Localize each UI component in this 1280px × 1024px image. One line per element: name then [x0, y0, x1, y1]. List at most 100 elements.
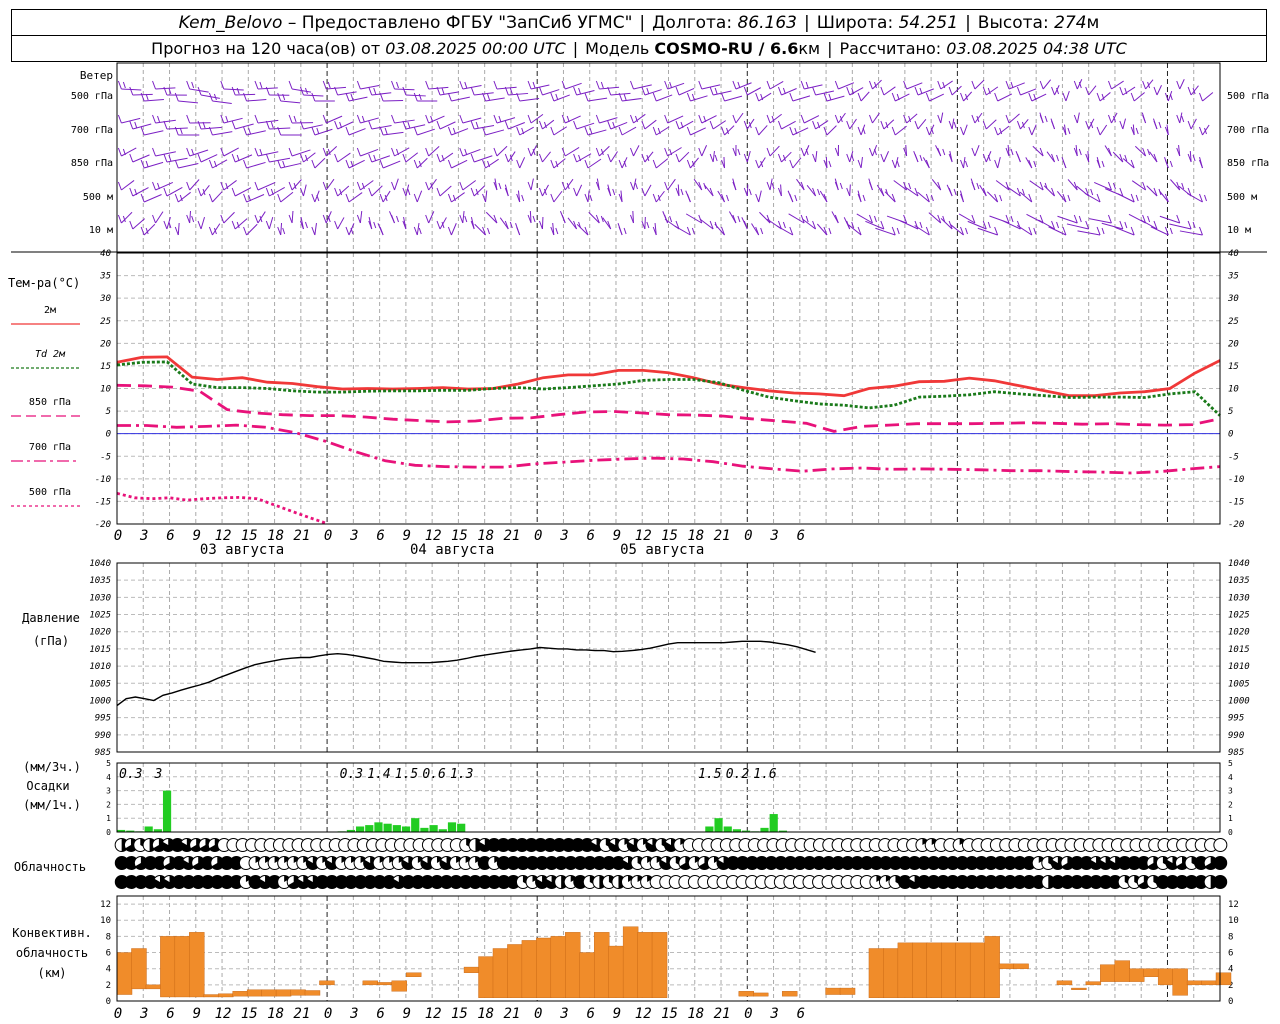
wind-barb-flag: [630, 80, 634, 90]
temp-ytick-right: -20: [1228, 520, 1244, 530]
wind-barb-flag: [1153, 120, 1158, 130]
wind-barb-flag: [726, 194, 729, 202]
wind-barb: [519, 98, 540, 102]
wind-barb-flag: [425, 147, 430, 157]
wind-barb-flag: [999, 194, 1003, 202]
wind-barb-flag: [600, 215, 604, 223]
wind-barb-flag: [248, 194, 252, 202]
wind-barb-flag: [464, 148, 468, 156]
wind-barb-flag: [828, 93, 832, 101]
wind-barb: [155, 151, 176, 157]
wind-barb-flag: [379, 193, 384, 203]
wind-level-left: 10 м: [89, 225, 113, 236]
pressure-ytick-left: 990: [95, 731, 111, 741]
wind-barb-flag: [288, 147, 293, 157]
wind-barb-flag: [277, 226, 282, 236]
meteogram: Kem_Belovo – Предоставлено ФГБУ "ЗапСиб …: [0, 0, 1280, 1024]
wind-barb-flag: [664, 214, 669, 224]
pressure-ytick-left: 1020: [89, 628, 111, 638]
wind-barb-flag: [1119, 120, 1124, 130]
wind-barb: [860, 156, 863, 169]
wind-barb-flag: [1005, 114, 1010, 124]
wind-barb: [1101, 222, 1123, 230]
wind-barb-flag: [737, 81, 741, 89]
wind-barb-flag: [612, 188, 616, 196]
precip-ytick-right: 4: [1228, 773, 1233, 782]
wind-barb-flag: [965, 160, 968, 168]
wind-barb: [849, 118, 857, 130]
wind-barb-flag: [960, 159, 964, 169]
wind-barb: [1056, 191, 1067, 203]
wind-barb: [462, 210, 465, 224]
conv-bar: [1013, 963, 1029, 969]
wind-barb-flag: [1096, 92, 1101, 102]
wind-barb-flag: [891, 159, 896, 169]
conv-ytick-right: 0: [1228, 997, 1233, 1007]
wind-barb-flag: [1169, 160, 1173, 168]
wind-barb-flag: [425, 80, 430, 90]
wind-barb: [587, 97, 608, 102]
wind-barb-flag: [573, 153, 578, 163]
wind-barb-flag: [919, 154, 923, 162]
wind-barb-flag: [919, 87, 923, 95]
conv-bar: [897, 942, 914, 998]
wind-barb: [667, 147, 682, 157]
wind-barb-flag: [356, 181, 361, 191]
wind-barb-flag: [413, 126, 418, 136]
wind-barb: [485, 158, 499, 169]
conv-bar: [1201, 980, 1217, 986]
wind-barb: [428, 211, 435, 224]
wind-barb: [746, 184, 749, 197]
wind-barb-flag: [538, 220, 543, 230]
wind-barb: [1067, 179, 1078, 191]
conv-bar: [651, 932, 668, 998]
wind-barb-flag: [652, 159, 657, 169]
wind-barb-flag: [254, 114, 259, 124]
wind-barb-flag: [191, 81, 195, 89]
wind-barb-flag: [664, 147, 669, 157]
wind-barb: [303, 152, 316, 163]
temp-time-label: 3: [559, 528, 568, 544]
wind-barb-flag: [664, 181, 669, 191]
wind-barb: [883, 86, 896, 96]
wind-barb: [394, 119, 415, 124]
wind-barb: [856, 213, 873, 224]
conv-bar: [565, 932, 581, 998]
wind-barb: [1057, 215, 1078, 224]
wind-barb: [337, 217, 345, 230]
wind-barb-flag: [368, 187, 373, 197]
conv-ytick-left: 4: [106, 965, 111, 975]
wind-barb-flag: [527, 181, 532, 191]
wind-barb-flag: [322, 181, 327, 191]
wind-barb-flag: [971, 114, 976, 124]
wind-barb-flag: [129, 86, 134, 96]
wind-barb-flag: [714, 87, 718, 95]
wind-barb-flag: [691, 227, 695, 235]
temp-ytick-left: 0: [106, 430, 111, 440]
wind-barb: [747, 87, 762, 96]
wind-barb-flag: [516, 226, 521, 236]
wind-barb: [567, 217, 577, 230]
wind-barb-flag: [595, 147, 600, 157]
wind-barb-flag: [1010, 81, 1014, 89]
wind-barb-flag: [630, 147, 634, 157]
wind-barb: [189, 210, 192, 224]
wind-barb-flag: [1204, 194, 1207, 202]
conv-title-1: Конвективн.: [12, 926, 91, 940]
wind-barb: [849, 184, 851, 197]
wind-barb: [257, 87, 278, 90]
wind-barb: [246, 161, 266, 169]
wind-barb-flag: [834, 147, 839, 157]
wind-barb-flag: [470, 86, 475, 96]
conv-bar: [507, 944, 523, 998]
wind-barb-flag: [459, 147, 464, 157]
wind-barb-flag: [846, 86, 851, 96]
wind-barb-flag: [152, 214, 156, 224]
wind-barb-flag: [254, 147, 259, 157]
precip-unit-1h: (мм/1ч.): [23, 798, 81, 812]
pressure-ytick-left: 1035: [89, 576, 111, 586]
wind-barb: [602, 217, 612, 230]
wind-barb-flag: [709, 153, 714, 163]
wind-barb-flag: [174, 159, 179, 169]
wind-barb-flag: [664, 80, 669, 90]
